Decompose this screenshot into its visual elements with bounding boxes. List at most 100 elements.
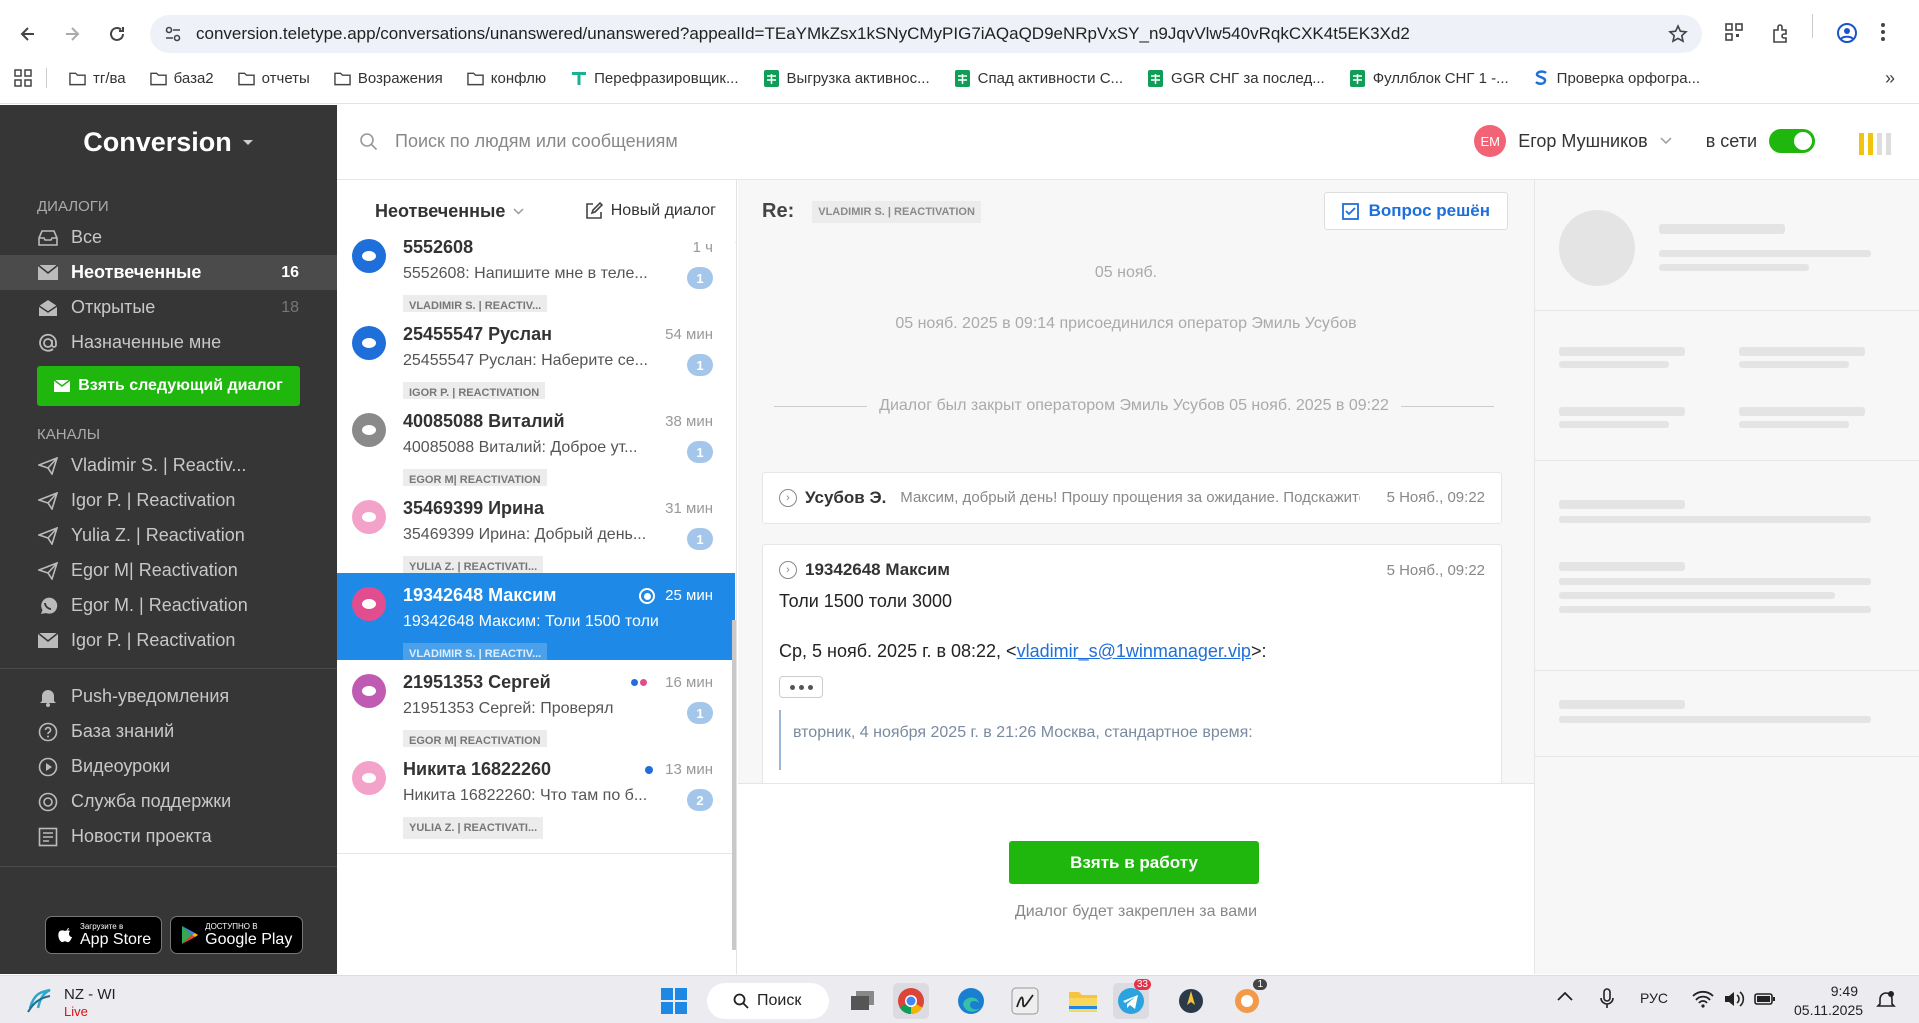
clock-time[interactable]: 9:49 [1794, 983, 1858, 999]
apps-grid-icon[interactable] [14, 69, 32, 87]
bell-icon [37, 686, 59, 708]
weather-icon[interactable] [26, 986, 54, 1014]
app-store-badge[interactable]: Загрузите в App Store [45, 916, 163, 954]
sidebar-item-dialogs[interactable]: Назначенные мне [0, 325, 337, 360]
profile-icon[interactable] [1836, 22, 1858, 44]
notifications-icon[interactable] [1876, 990, 1896, 1010]
user-menu[interactable]: ЕМ Егор Мушников в сети [1474, 125, 1815, 157]
sidebar-item-link[interactable]: Push-уведомления [0, 679, 337, 714]
nav-count: 18 [281, 298, 299, 316]
global-search[interactable]: Поиск по людям или сообщениям [359, 131, 678, 152]
bookmark-star-icon[interactable] [1668, 24, 1688, 44]
last-message: 19342648 Максим: Толи 1500 толи 30... [403, 613, 663, 630]
dialogs-section-title: Диалоги [37, 198, 109, 215]
taskbar-search[interactable]: Поиск [707, 983, 829, 1019]
avatar [352, 413, 386, 447]
filter-dropdown[interactable]: Неотвеченные [375, 201, 524, 222]
wifi-icon[interactable] [1692, 990, 1714, 1008]
bookmark-item[interactable]: Спад активности С... [954, 69, 1123, 87]
sidebar-item-channel[interactable]: Egor M| Reactivation [0, 553, 337, 588]
battery-icon[interactable] [1754, 990, 1776, 1008]
forward-button[interactable] [55, 17, 89, 51]
message-card-collapsed[interactable]: › Усубов Э. Максим, добрый день! Прошу п… [762, 472, 1502, 524]
sidebar-item-channel[interactable]: Igor P. | Reactivation [0, 483, 337, 518]
nav-label: Egor M| Reactivation [71, 560, 238, 580]
store-badges: Загрузите в App Store ДОСТУПНО В Google Pl… [45, 916, 304, 954]
back-button[interactable] [11, 17, 45, 51]
bookmark-item[interactable]: тг/ва [69, 70, 126, 87]
nav-label: Назначенные мне [71, 332, 222, 352]
bookmark-item[interactable]: Фуллблок СНГ 1 -... [1349, 69, 1509, 87]
chat-app-badge: 1 [1253, 979, 1267, 990]
file-explorer-icon[interactable] [1065, 983, 1101, 1019]
bookmark-label: Фуллблок СНГ 1 -... [1372, 69, 1509, 87]
take-to-work-button[interactable]: Взять в работу [1009, 841, 1259, 884]
take-next-dialog-label: Взять следующий диалог [78, 377, 283, 394]
signature-app-icon[interactable] [1007, 983, 1043, 1019]
weather-title[interactable]: NZ - WI [64, 986, 116, 1003]
extensions-icon[interactable] [1770, 22, 1792, 44]
sidebar-item-link[interactable]: База знаний [0, 714, 337, 749]
list-item[interactable]: Никита 16822260 13 мин Никита 16822260: Чт… [337, 747, 735, 854]
sidebar-item-link[interactable]: Новости проекта [0, 819, 337, 854]
lifebuoy-icon [37, 791, 59, 813]
online-toggle[interactable] [1769, 129, 1815, 153]
microphone-icon[interactable] [1600, 988, 1614, 1010]
bookmark-label: отчеты [261, 69, 310, 87]
reply-header: Ср, 5 нояб. 2025 г. в 08:22, <vladimir_s… [779, 641, 1485, 662]
sidebar-item-link[interactable]: Служба поддержки [0, 784, 337, 819]
windows-start-icon[interactable] [656, 983, 692, 1019]
language-indicator[interactable]: РУС [1640, 990, 1668, 1006]
sidebar-item-channel[interactable]: Yulia Z. | Reactivation [0, 518, 337, 553]
search-input[interactable]: Поиск по людям или сообщениям [395, 131, 678, 152]
address-bar[interactable]: conversion.teletype.app/conversations/un… [150, 15, 1702, 53]
bookmark-item[interactable]: Перефразировщик... [570, 70, 739, 87]
task-view-icon[interactable] [845, 983, 881, 1019]
message-preview: Максим, добрый день! Прошу прощения за о… [900, 489, 1361, 506]
folder-icon [69, 70, 86, 87]
bookmark-item[interactable]: Проверка орфогра... [1533, 70, 1700, 87]
qr-icon[interactable] [1724, 22, 1744, 42]
bookmark-item[interactable]: отчеты [237, 69, 310, 87]
bookmark-label: GGR СНГ за послед... [1171, 69, 1325, 87]
take-next-dialog-button[interactable]: Взять следующий диалог [37, 366, 300, 406]
google-play-badge[interactable]: ДОСТУПНО В Google Play [170, 916, 304, 954]
bookmark-item[interactable]: Возражения [334, 70, 443, 87]
bookmark-item[interactable]: GGR СНГ за послед... [1147, 69, 1325, 87]
menu-dots-icon[interactable] [1880, 22, 1886, 42]
clock-date[interactable]: 05.11.2025 [1794, 1002, 1863, 1018]
site-settings-icon[interactable] [164, 25, 182, 43]
list-scrollbar[interactable] [732, 620, 736, 950]
sidebar-item-link[interactable]: Видеоуроки [0, 749, 337, 784]
brand-switcher[interactable]: Conversion [0, 105, 337, 180]
chat-app-icon[interactable]: 1 [1229, 979, 1267, 1019]
sidebar-item-channel[interactable]: Egor M. | Reactivation [0, 588, 337, 623]
sidebar-item-channel[interactable]: Vladimir S. | Reactiv... [0, 448, 337, 483]
more-bookmarks-icon[interactable]: » [1885, 68, 1895, 89]
edge-icon[interactable] [953, 983, 989, 1019]
sidebar-item-dialogs[interactable]: Открытые 18 [0, 290, 337, 325]
last-message: 5552608: Напишите мне в теле... [403, 265, 648, 282]
compass-app-icon[interactable] [1173, 983, 1209, 1019]
sidebar-item-dialogs[interactable]: Неотвеченные 16 [0, 255, 337, 290]
reload-button[interactable] [100, 17, 134, 51]
telegram-icon[interactable]: 33 [1113, 979, 1151, 1019]
new-dialog-button[interactable]: Новый диалог [585, 202, 716, 220]
reply-email-link[interactable]: vladimir_s@1winmanager.vip [1017, 641, 1251, 661]
collapse-arrow-icon[interactable]: › [779, 561, 797, 579]
bookmark-item[interactable]: конфлю [466, 70, 546, 87]
bookmark-item[interactable]: Выгрузка активнос... [763, 69, 930, 87]
show-quoted-button[interactable] [779, 676, 823, 698]
tray-chevron-up-icon[interactable] [1556, 990, 1574, 1002]
bookmark-item[interactable]: база2 [149, 70, 214, 87]
expand-arrow-icon[interactable]: › [779, 488, 797, 507]
nav-label: Новости проекта [71, 826, 212, 846]
at-icon [37, 332, 59, 354]
signal-bars-icon [1859, 133, 1891, 155]
mark-resolved-button[interactable]: Вопрос решён [1323, 192, 1508, 230]
nav-label: Видеоуроки [71, 756, 171, 776]
volume-icon[interactable] [1724, 990, 1746, 1008]
sidebar-item-channel[interactable]: Igor P. | Reactivation [0, 623, 337, 658]
chrome-icon[interactable] [893, 983, 929, 1019]
sidebar-item-dialogs[interactable]: Все [0, 220, 337, 255]
